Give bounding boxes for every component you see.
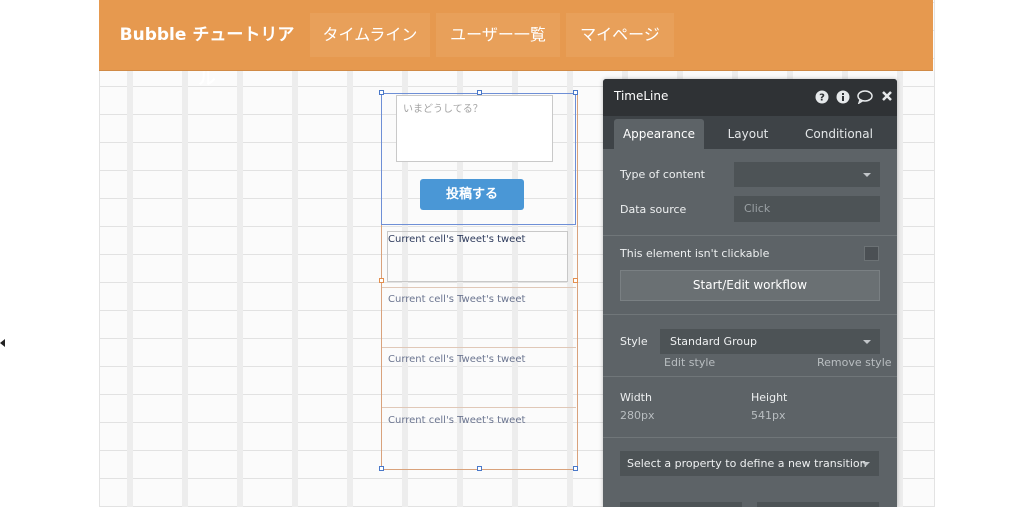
brand-link[interactable]: Bubble チュートリアル [112, 13, 302, 89]
tab-layout[interactable]: Layout [713, 119, 783, 149]
close-icon[interactable] [880, 90, 894, 104]
tab-conditional[interactable]: Conditional [793, 119, 885, 149]
height-label: Height [751, 391, 788, 404]
style-label: Style [620, 335, 648, 348]
comment-icon[interactable] [857, 90, 873, 105]
list-item[interactable]: Current cell's Tweet's tweet [382, 408, 576, 468]
list-item[interactable]: Current cell's Tweet's tweet [382, 288, 576, 348]
divider [603, 376, 897, 377]
tweet-input[interactable]: いまどうしてる？ [396, 95, 553, 162]
tab-appearance[interactable]: Appearance [614, 119, 704, 149]
chevron-down-icon [863, 339, 871, 344]
help-icon[interactable]: ? [815, 90, 829, 104]
cell-tweet-text: Current cell's Tweet's tweet [388, 354, 526, 365]
type-of-content-label: Type of content [620, 168, 705, 181]
resize-handle[interactable] [477, 466, 482, 471]
resize-handle[interactable] [379, 466, 384, 471]
nav-user-list[interactable]: ユーザー一覧 [436, 13, 560, 57]
tweet-input-placeholder: いまどうしてる？ [403, 104, 483, 115]
transition-select-text: Select a property to define a new transi… [627, 457, 867, 470]
post-button[interactable]: 投稿する [420, 179, 524, 210]
cell-tweet-text: Current cell's Tweet's tweet [388, 415, 526, 426]
resize-handle[interactable] [573, 278, 578, 283]
chevron-down-icon [863, 172, 871, 177]
style-value: Standard Group [670, 335, 758, 348]
width-label: Width [620, 391, 652, 404]
resize-handle[interactable] [477, 90, 482, 95]
resize-handle[interactable] [379, 278, 384, 283]
cell-tweet-text: Current cell's Tweet's tweet [388, 294, 526, 305]
nav-timeline[interactable]: タイムライン [310, 13, 430, 57]
panel-header[interactable]: TimeLine ? [603, 79, 897, 116]
divider [603, 437, 897, 438]
style-dropdown[interactable]: Standard Group [660, 329, 880, 354]
nav-mypage[interactable]: マイページ [566, 13, 674, 57]
property-editor-panel: TimeLine ? Appearance Layout Conditional… [603, 79, 897, 507]
chevron-down-icon [862, 461, 870, 466]
panel-tabs: Appearance Layout Conditional [603, 116, 897, 149]
resize-handle[interactable] [573, 90, 578, 95]
not-clickable-label: This element isn't clickable [620, 247, 770, 260]
edit-style-link[interactable]: Edit style [664, 356, 715, 369]
width-value: 280px [620, 409, 655, 422]
data-source-label: Data source [620, 203, 687, 216]
resize-handle[interactable] [573, 466, 578, 471]
cell-tweet-text: Current cell's Tweet's tweet [388, 234, 526, 245]
transition-field-right[interactable] [757, 502, 879, 507]
data-source-field[interactable]: Click [734, 196, 880, 222]
info-icon[interactable] [836, 90, 850, 104]
transition-field-left[interactable] [620, 502, 742, 507]
resize-handle[interactable] [379, 90, 384, 95]
remove-style-link[interactable]: Remove style [817, 356, 892, 369]
start-edit-workflow-button[interactable]: Start/Edit workflow [620, 270, 880, 301]
transition-property-dropdown[interactable]: Select a property to define a new transi… [620, 451, 879, 476]
list-item[interactable]: Current cell's Tweet's tweet [382, 226, 576, 286]
data-source-value: Click [744, 202, 771, 215]
collapse-arrow-icon[interactable] [0, 339, 5, 347]
divider [603, 314, 897, 315]
list-item[interactable]: Current cell's Tweet's tweet [382, 348, 576, 408]
height-value: 541px [751, 409, 786, 422]
divider [603, 235, 897, 236]
not-clickable-checkbox[interactable] [864, 246, 879, 261]
type-of-content-dropdown[interactable] [734, 162, 880, 187]
panel-title: TimeLine [614, 89, 669, 103]
svg-text:?: ? [819, 93, 825, 104]
